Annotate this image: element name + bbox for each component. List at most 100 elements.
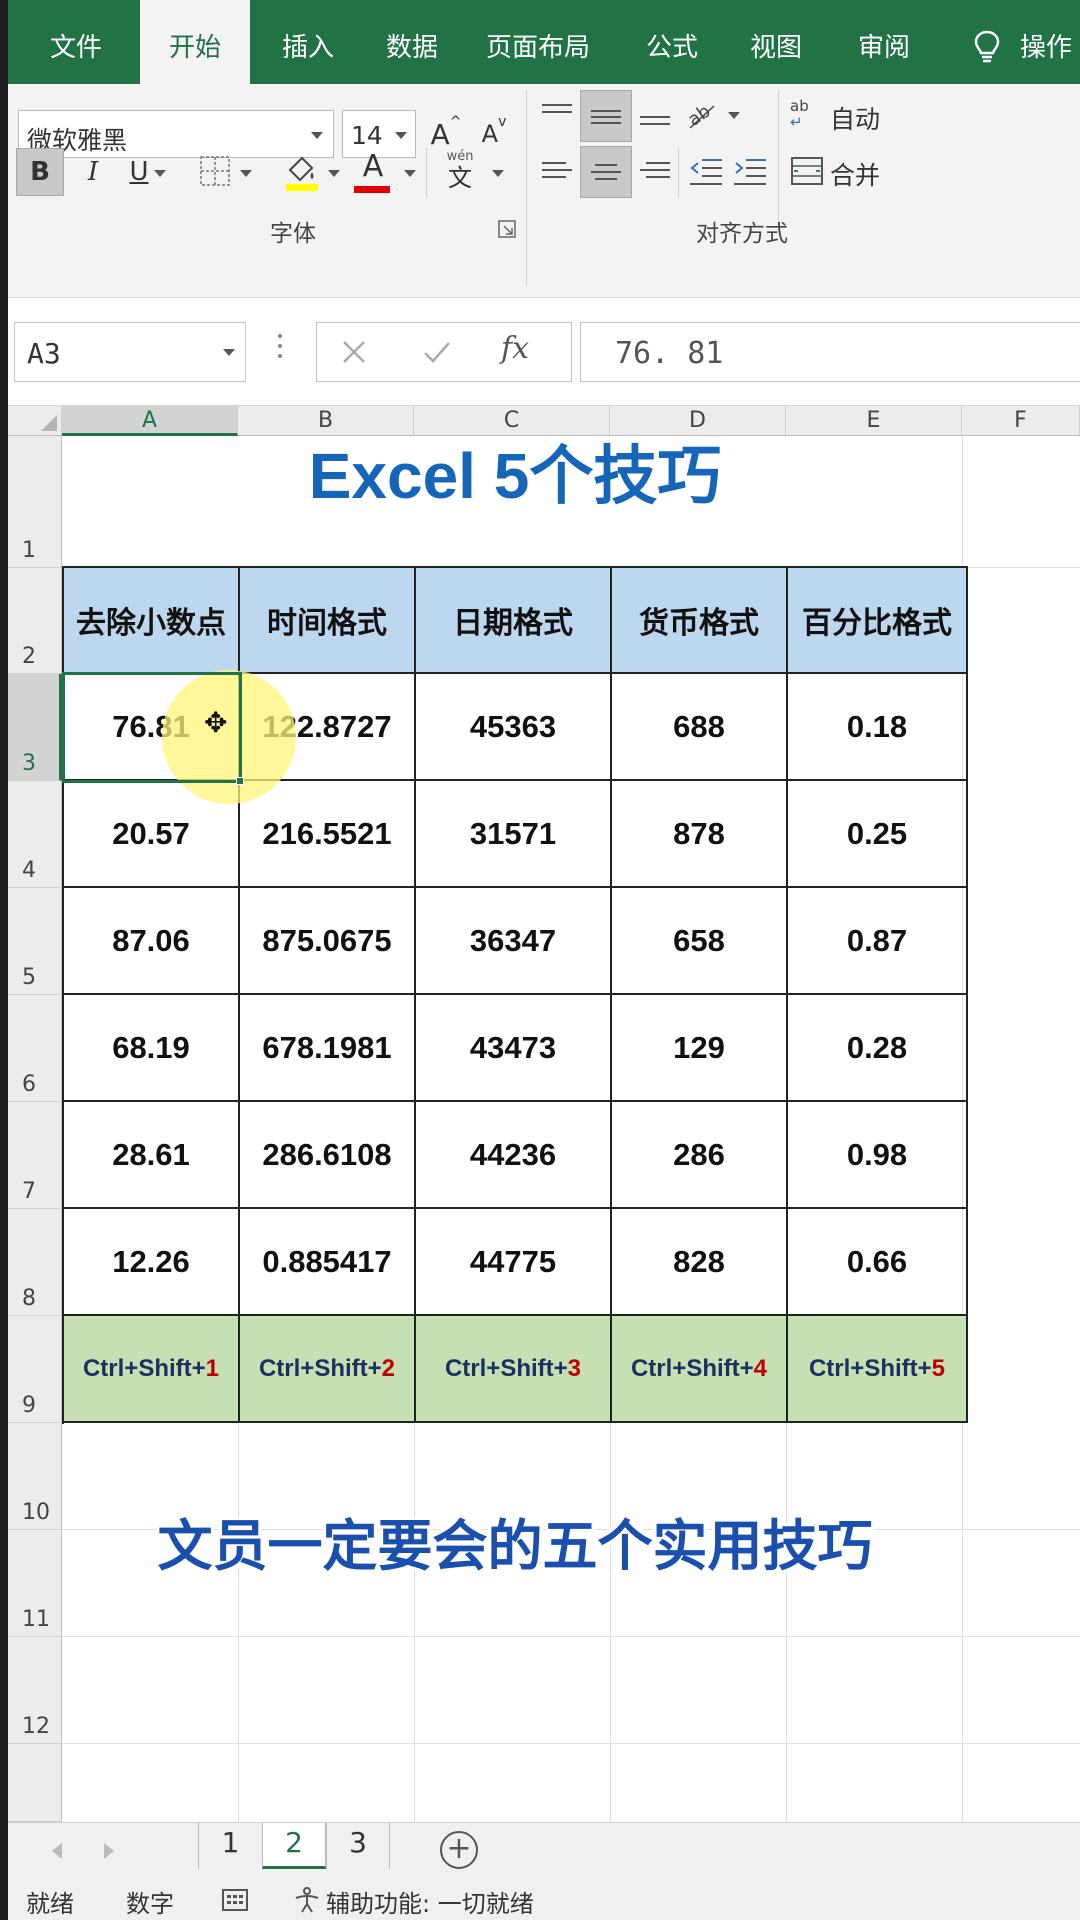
column-header-a[interactable]: A [62,406,238,436]
row-header-13[interactable] [8,1744,62,1822]
table-cell[interactable]: 45363 [416,674,612,781]
macro-record-icon[interactable] [222,1888,248,1912]
sheet-tab-3[interactable]: 3 [326,1823,390,1869]
add-sheet-button[interactable]: + [440,1831,478,1869]
table-cell[interactable]: 0.98 [788,1102,968,1209]
merge-center-icon[interactable] [790,154,824,188]
tab-view[interactable]: 视图 [728,0,824,84]
tab-home[interactable]: 开始 [140,0,250,84]
lightbulb-icon[interactable] [974,30,1000,64]
tab-data[interactable]: 数据 [364,0,460,84]
tab-tell-me[interactable]: 操作 [1020,0,1080,84]
enter-check-icon[interactable] [421,337,453,367]
table-cell[interactable]: 286.6108 [240,1102,416,1209]
header-cell-d2[interactable]: 货币格式 [612,568,788,674]
row-header-6[interactable]: 6 [8,995,62,1102]
decrease-indent-icon[interactable] [688,154,724,188]
header-cell-c2[interactable]: 日期格式 [416,568,612,674]
table-cell[interactable]: 878 [612,781,788,888]
row-header-9[interactable]: 9 [8,1316,62,1423]
tab-file[interactable]: 文件 [28,0,124,84]
wrap-text-button[interactable]: 自动 [830,100,880,136]
row-header-12[interactable]: 12 [8,1637,62,1744]
chevron-down-icon[interactable] [404,170,416,177]
scroll-right-icon[interactable] [104,1843,114,1859]
table-cell[interactable]: 0.18 [788,674,968,781]
table-cell[interactable]: 44236 [416,1102,612,1209]
table-cell[interactable]: 875.0675 [240,888,416,995]
table-cell[interactable]: 658 [612,888,788,995]
table-cell[interactable]: 44775 [416,1209,612,1316]
row-header-1[interactable]: 1 [8,436,62,568]
table-cell[interactable]: 87.06 [64,888,240,995]
table-cell[interactable]: 678.1981 [240,995,416,1102]
shortcut-cell-4[interactable]: Ctrl+Shift+ 4 [612,1316,788,1423]
table-cell[interactable]: 0.66 [788,1209,968,1316]
select-all-corner[interactable] [8,406,62,436]
row-header-7[interactable]: 7 [8,1102,62,1209]
orientation-icon[interactable]: ab [684,98,720,132]
shortcut-cell-3[interactable]: Ctrl+Shift+ 3 [416,1316,612,1423]
table-cell[interactable]: 28.61 [64,1102,240,1209]
middle-align-button[interactable] [580,90,632,142]
accessibility-icon[interactable] [292,1886,322,1914]
table-cell[interactable]: 828 [612,1209,788,1316]
shortcut-cell-5[interactable]: Ctrl+Shift+ 5 [788,1316,968,1423]
dialog-launcher-icon[interactable] [498,220,516,238]
table-cell[interactable]: 36347 [416,888,612,995]
row-header-4[interactable]: 4 [8,781,62,888]
increase-indent-icon[interactable] [732,154,768,188]
column-header-b[interactable]: B [238,406,414,436]
insert-function-button[interactable]: fx [501,331,529,366]
font-name-select[interactable]: 微软雅黑 [18,110,334,158]
row-header-11[interactable]: 11 [8,1530,62,1637]
cancel-icon[interactable] [339,337,369,367]
column-header-e[interactable]: E [786,406,962,436]
formula-input[interactable]: 76. 81 [580,322,1080,382]
fill-handle[interactable] [236,777,244,785]
chevron-down-icon[interactable] [240,170,252,177]
row-header-10[interactable]: 10 [8,1423,62,1530]
merge-center-button[interactable]: 合并 [830,156,880,192]
table-cell[interactable]: 68.19 [64,995,240,1102]
table-cell[interactable]: 129 [612,995,788,1102]
status-accessibility[interactable]: 辅助功能: 一切就绪 [326,1884,534,1919]
chevron-down-icon[interactable] [728,112,740,119]
top-align-icon[interactable] [542,102,572,126]
table-cell[interactable]: 216.5521 [240,781,416,888]
align-right-icon[interactable] [640,160,670,184]
more-options-icon[interactable] [278,334,284,366]
chevron-down-icon[interactable] [328,170,340,177]
table-cell[interactable]: 0.25 [788,781,968,888]
table-cell[interactable]: 286 [612,1102,788,1209]
table-cell[interactable]: 688 [612,674,788,781]
scroll-left-icon[interactable] [52,1843,62,1859]
tab-formulas[interactable]: 公式 [624,0,720,84]
column-header-d[interactable]: D [610,406,786,436]
row-header-3[interactable]: 3 [8,674,62,781]
bottom-align-icon[interactable] [640,106,670,130]
table-cell[interactable]: 0.885417 [240,1209,416,1316]
fill-color-icon[interactable] [284,152,320,192]
chevron-down-icon[interactable] [492,170,504,177]
tab-page-layout[interactable]: 页面布局 [474,0,602,84]
worksheet-grid[interactable]: A B C D E F 1 2 3 4 5 6 7 8 9 10 11 12 E… [8,406,1080,1822]
shortcut-cell-1[interactable]: Ctrl+Shift+ 1 [64,1316,240,1423]
column-header-c[interactable]: C [414,406,610,436]
borders-icon[interactable] [198,154,232,188]
header-cell-e2[interactable]: 百分比格式 [788,568,968,674]
italic-button[interactable]: I [72,148,114,196]
table-cell[interactable]: 31571 [416,781,612,888]
column-header-f[interactable]: F [962,406,1080,436]
table-cell[interactable]: 12.26 [64,1209,240,1316]
phonetic-guide-button[interactable]: wén 文 [438,150,482,194]
table-cell[interactable]: 0.87 [788,888,968,995]
sheet-tab-2[interactable]: 2 [262,1823,326,1869]
tab-review[interactable]: 审阅 [836,0,932,84]
chevron-down-icon[interactable] [154,170,166,177]
name-box[interactable]: A3 [14,322,246,382]
sheet-tab-1[interactable]: 1 [198,1823,262,1869]
align-center-button[interactable] [580,146,632,198]
row-header-5[interactable]: 5 [8,888,62,995]
shortcut-cell-2[interactable]: Ctrl+Shift+ 2 [240,1316,416,1423]
